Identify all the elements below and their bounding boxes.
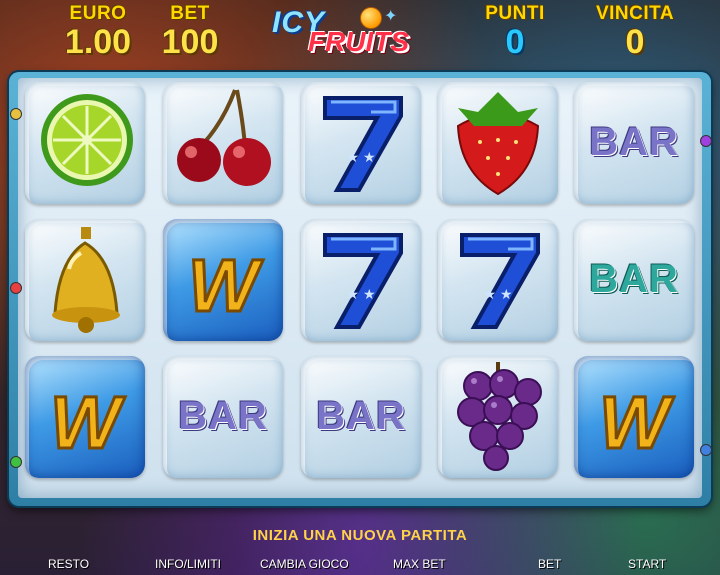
euro-value: 1.00 <box>64 23 132 61</box>
bet-button[interactable]: BET <box>538 557 561 571</box>
reel-cell-wild: W <box>163 219 283 341</box>
punti-label: PUNTI <box>485 3 545 24</box>
reel-cell-wild: W <box>574 356 694 478</box>
info-limiti-button[interactable]: INFO/LIMITI <box>155 557 221 571</box>
status-message: INIZIA UNA NUOVA PARTITA <box>252 527 468 544</box>
svg-text:★ ★: ★ ★ <box>347 286 376 302</box>
bet-display: BET 100 <box>150 3 230 61</box>
reel-cell-bar: BAR <box>574 219 694 341</box>
reel-cell-wild: W <box>25 356 145 478</box>
resto-button[interactable]: RESTO <box>48 557 89 571</box>
wild-letter: W <box>50 381 126 464</box>
lime-icon <box>41 94 133 186</box>
wild-symbol: W <box>187 243 266 329</box>
payline-marker-3-left <box>10 456 22 468</box>
reel-cell-lime <box>25 82 145 204</box>
vincita-label: VINCITA <box>595 3 675 24</box>
grapes-icon <box>457 362 542 471</box>
payline-marker-1-left <box>10 108 22 120</box>
svg-text:★ ★: ★ ★ <box>484 286 513 302</box>
bar-symbol-text: BAR <box>316 394 406 438</box>
reel-cell-seven: ★ ★ <box>438 219 558 341</box>
reel-cell-seven: ★ ★ <box>301 219 421 341</box>
bar-symbol-text: BAR <box>589 120 679 164</box>
vincita-value: 0 <box>625 23 645 61</box>
reel-cell-strawberry <box>438 82 558 204</box>
max-bet-button[interactable]: MAX BET <box>393 557 446 571</box>
bar-symbol-text: BAR <box>178 394 268 438</box>
payline-marker-2-left <box>10 282 22 294</box>
start-button[interactable]: START <box>628 557 666 571</box>
bet-value: 100 <box>161 23 219 61</box>
logo-fruits-text: FRUITS <box>308 26 410 57</box>
wild-symbol: W <box>598 380 677 466</box>
wild-letter: W <box>188 244 264 327</box>
punti-display: PUNTI 0 <box>470 3 560 61</box>
bar-symbol-text: BAR <box>589 257 679 301</box>
seven-icon: ★ ★ <box>460 233 540 329</box>
seven-icon: ★ ★ <box>323 233 403 329</box>
reel-cell-bar: BAR <box>574 82 694 204</box>
bell-icon <box>52 227 120 333</box>
payline-marker-2-right <box>700 444 712 456</box>
cambia-gioco-button[interactable]: CAMBIA GIOCO <box>260 557 349 571</box>
bet-label: BET <box>170 3 210 24</box>
euro-display: EURO 1.00 <box>48 3 148 61</box>
reel-cell-bell <box>25 219 145 341</box>
game-logo: ICY ✦ FRUITS <box>268 6 438 58</box>
seven-icon: ★ ★ <box>323 96 403 192</box>
reel-cell-grapes <box>438 356 558 478</box>
euro-label: EURO <box>69 3 127 24</box>
splash-icon: ✦ <box>384 8 398 25</box>
vincita-display: VINCITA 0 <box>580 3 690 61</box>
reel-cell-cherries <box>163 82 283 204</box>
reel-cell-bar: BAR <box>301 356 421 478</box>
button-bar: RESTO INFO/LIMITI CAMBIA GIOCO MAX BET B… <box>0 555 720 575</box>
payline-marker-1-right <box>700 135 712 147</box>
reel-cell-bar: BAR <box>163 356 283 478</box>
wild-symbol: W <box>49 380 128 466</box>
reel-cell-seven: ★ ★ <box>301 82 421 204</box>
wild-letter: W <box>599 381 675 464</box>
strawberry-icon <box>456 92 540 196</box>
punti-value: 0 <box>505 23 525 61</box>
cherries-icon <box>177 89 271 186</box>
svg-text:★ ★: ★ ★ <box>347 149 376 165</box>
